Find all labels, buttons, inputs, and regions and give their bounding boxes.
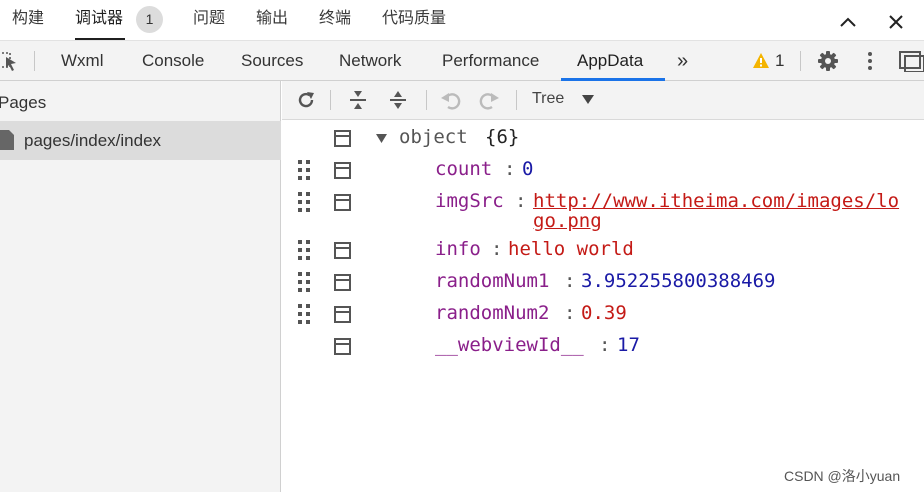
tab-debugger[interactable]: 调试器 bbox=[75, 8, 123, 30]
tab-console[interactable]: Console bbox=[142, 41, 204, 81]
devtools-toolbar: Wxml Console Sources Network Performance… bbox=[0, 40, 924, 81]
tree-key[interactable]: randomNum2 bbox=[435, 302, 549, 324]
tree-row: info : hello world bbox=[282, 236, 924, 268]
toolbar-divider bbox=[800, 51, 801, 71]
tree-key[interactable]: count bbox=[435, 158, 492, 180]
root-type-label: object bbox=[399, 126, 468, 148]
tree-value-link-line2[interactable]: go.png bbox=[533, 210, 602, 232]
drag-handle-icon[interactable] bbox=[298, 160, 310, 180]
expand-all-icon[interactable] bbox=[388, 89, 408, 111]
warning-count[interactable]: 1 bbox=[775, 41, 784, 81]
page-list-item[interactable]: pages/index/index bbox=[0, 121, 281, 160]
tree-key[interactable]: __webviewId__ bbox=[435, 334, 584, 356]
tab-sources[interactable]: Sources bbox=[241, 41, 303, 81]
tree-row: imgSrc : http://www.itheima.com/images/l… bbox=[282, 188, 924, 236]
tab-network[interactable]: Network bbox=[339, 41, 401, 81]
edit-box-icon[interactable] bbox=[334, 338, 351, 355]
top-tab-bar: 构建 调试器 1 问题 输出 终端 代码质量 bbox=[0, 0, 924, 40]
edit-box-icon[interactable] bbox=[334, 274, 351, 291]
drag-handle-icon[interactable] bbox=[298, 192, 310, 212]
tree-value[interactable]: 17 bbox=[617, 334, 640, 356]
tree-row: randomNum1 : 3.952255800388469 bbox=[282, 268, 924, 300]
settings-gear-icon[interactable] bbox=[817, 50, 839, 72]
expand-triangle-icon[interactable] bbox=[376, 134, 387, 144]
edit-box-icon[interactable] bbox=[334, 130, 351, 147]
tab-build[interactable]: 构建 bbox=[12, 8, 44, 30]
chevron-down-icon[interactable] bbox=[582, 95, 594, 105]
toolbar-divider bbox=[330, 90, 331, 110]
toolbar-divider bbox=[34, 51, 35, 71]
tree-key[interactable]: imgSrc bbox=[435, 190, 504, 212]
collapse-panel-icon[interactable] bbox=[838, 12, 858, 32]
tab-problems[interactable]: 问题 bbox=[193, 8, 225, 30]
tree-value[interactable]: 3.952255800388469 bbox=[581, 270, 775, 292]
close-icon[interactable] bbox=[886, 12, 906, 32]
tab-code-quality[interactable]: 代码质量 bbox=[382, 8, 446, 30]
pages-pane: Pages pages/index/index bbox=[0, 81, 281, 492]
inspect-element-icon[interactable] bbox=[0, 50, 20, 72]
colon-separator: : bbox=[564, 302, 576, 324]
tree-row: count : 0 bbox=[282, 156, 924, 188]
toolbar-divider bbox=[426, 90, 427, 110]
undo-icon[interactable] bbox=[440, 90, 462, 110]
tree-key[interactable]: randomNum1 bbox=[435, 270, 549, 292]
tree-key[interactable]: info bbox=[435, 238, 481, 260]
tree-value-link-line1[interactable]: http://www.itheima.com/images/lo bbox=[533, 190, 899, 212]
more-options-icon[interactable] bbox=[866, 51, 874, 71]
drag-handle-icon[interactable] bbox=[298, 240, 310, 260]
tree-value[interactable]: 0 bbox=[522, 158, 533, 180]
edit-box-icon[interactable] bbox=[334, 194, 351, 211]
tab-terminal[interactable]: 终端 bbox=[319, 8, 351, 30]
colon-separator: : bbox=[564, 270, 576, 292]
tab-appdata[interactable]: AppData bbox=[577, 41, 643, 81]
tab-wxml[interactable]: Wxml bbox=[61, 41, 103, 81]
watermark: CSDN @洛小yuan bbox=[784, 468, 901, 484]
collapse-all-icon[interactable] bbox=[348, 89, 368, 111]
toolbar-divider bbox=[516, 90, 517, 110]
colon-separator: : bbox=[491, 238, 503, 260]
file-icon bbox=[0, 130, 14, 150]
tree-row: randomNum2 : 0.39 bbox=[282, 300, 924, 332]
pages-heading: Pages bbox=[0, 93, 47, 112]
refresh-icon[interactable] bbox=[296, 90, 316, 110]
drag-handle-icon[interactable] bbox=[298, 304, 310, 324]
colon-separator: : bbox=[515, 190, 527, 212]
redo-icon[interactable] bbox=[478, 90, 500, 110]
tab-output[interactable]: 输出 bbox=[256, 8, 288, 30]
colon-separator: : bbox=[504, 158, 516, 180]
page-item-label: pages/index/index bbox=[24, 131, 162, 150]
tab-performance[interactable]: Performance bbox=[442, 41, 539, 81]
tree-root-row: object {6} bbox=[282, 124, 924, 156]
dock-side-icon[interactable] bbox=[898, 50, 924, 72]
more-tabs-button[interactable]: » bbox=[677, 41, 688, 81]
tree-value[interactable]: hello world bbox=[508, 238, 634, 260]
appdata-toolbar: Tree bbox=[282, 81, 924, 120]
edit-box-icon[interactable] bbox=[334, 242, 351, 259]
warning-icon[interactable] bbox=[752, 52, 770, 69]
root-child-count: {6} bbox=[485, 126, 520, 148]
tree-value[interactable]: 0.39 bbox=[581, 302, 627, 324]
colon-separator: : bbox=[599, 334, 611, 356]
drag-handle-icon[interactable] bbox=[298, 272, 310, 292]
edit-box-icon[interactable] bbox=[334, 306, 351, 323]
appdata-pane: Tree object {6} count : 0 imgSrc : http:… bbox=[282, 81, 924, 492]
tree-row: __webviewId__ : 17 bbox=[282, 332, 924, 364]
edit-box-icon[interactable] bbox=[334, 162, 351, 179]
view-mode-select[interactable]: Tree bbox=[532, 90, 564, 108]
debugger-count-badge: 1 bbox=[136, 6, 163, 33]
